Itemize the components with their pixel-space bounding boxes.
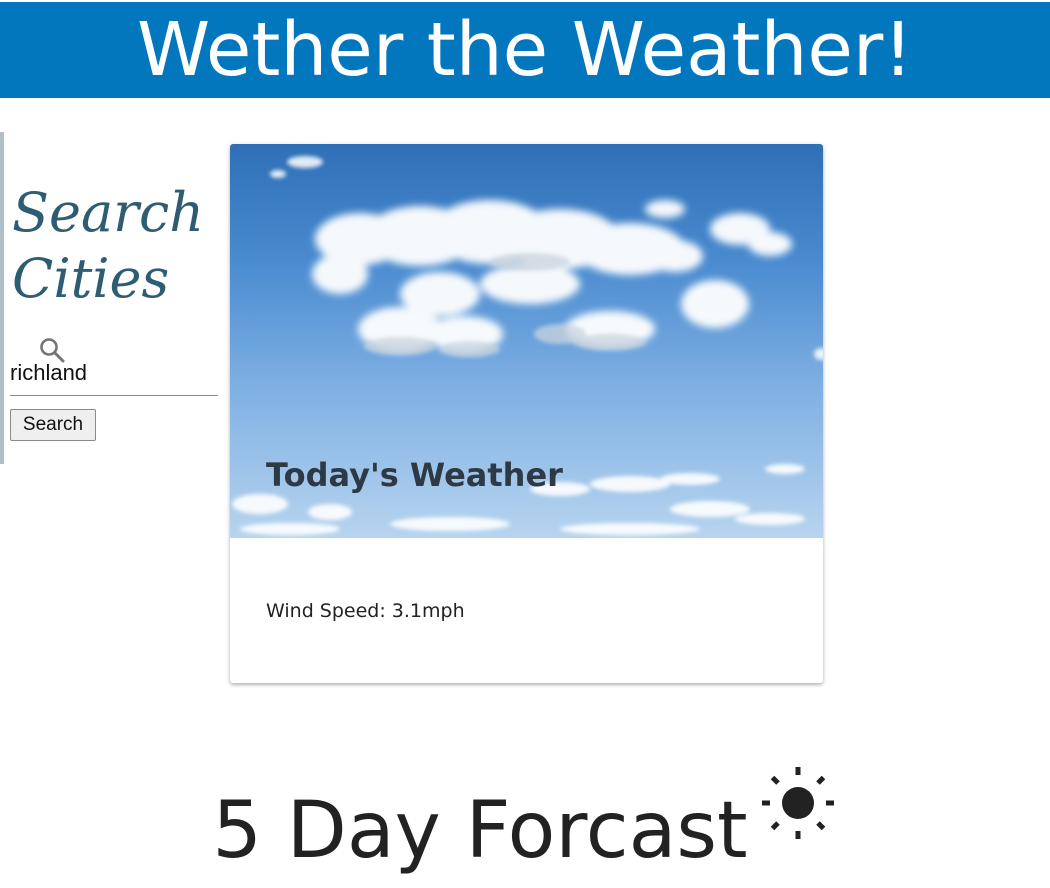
sidebar-title-line1: Search [12,181,204,244]
search-button[interactable]: Search [10,409,96,441]
search-sidebar: Search Cities Search [0,132,220,464]
card-title: Today's Weather [266,456,563,494]
todays-weather-card: Today's Weather Wind Speed: 3.1mph [230,144,823,683]
sidebar-title-line2: Cities [12,247,170,310]
search-icon [38,336,68,366]
forecast-heading: 5 Day Forcast [0,762,1050,886]
app-header: Wether the Weather! [0,2,1050,98]
wind-speed-text: Wind Speed: 3.1mph [266,600,465,622]
sun-icon [758,762,838,842]
app-title: Wether the Weather! [137,7,913,93]
sidebar-title: Search Cities [12,180,204,312]
forecast-title-text: 5 Day Forcast [212,786,748,876]
cloudy-sky-image: Today's Weather [230,144,823,538]
